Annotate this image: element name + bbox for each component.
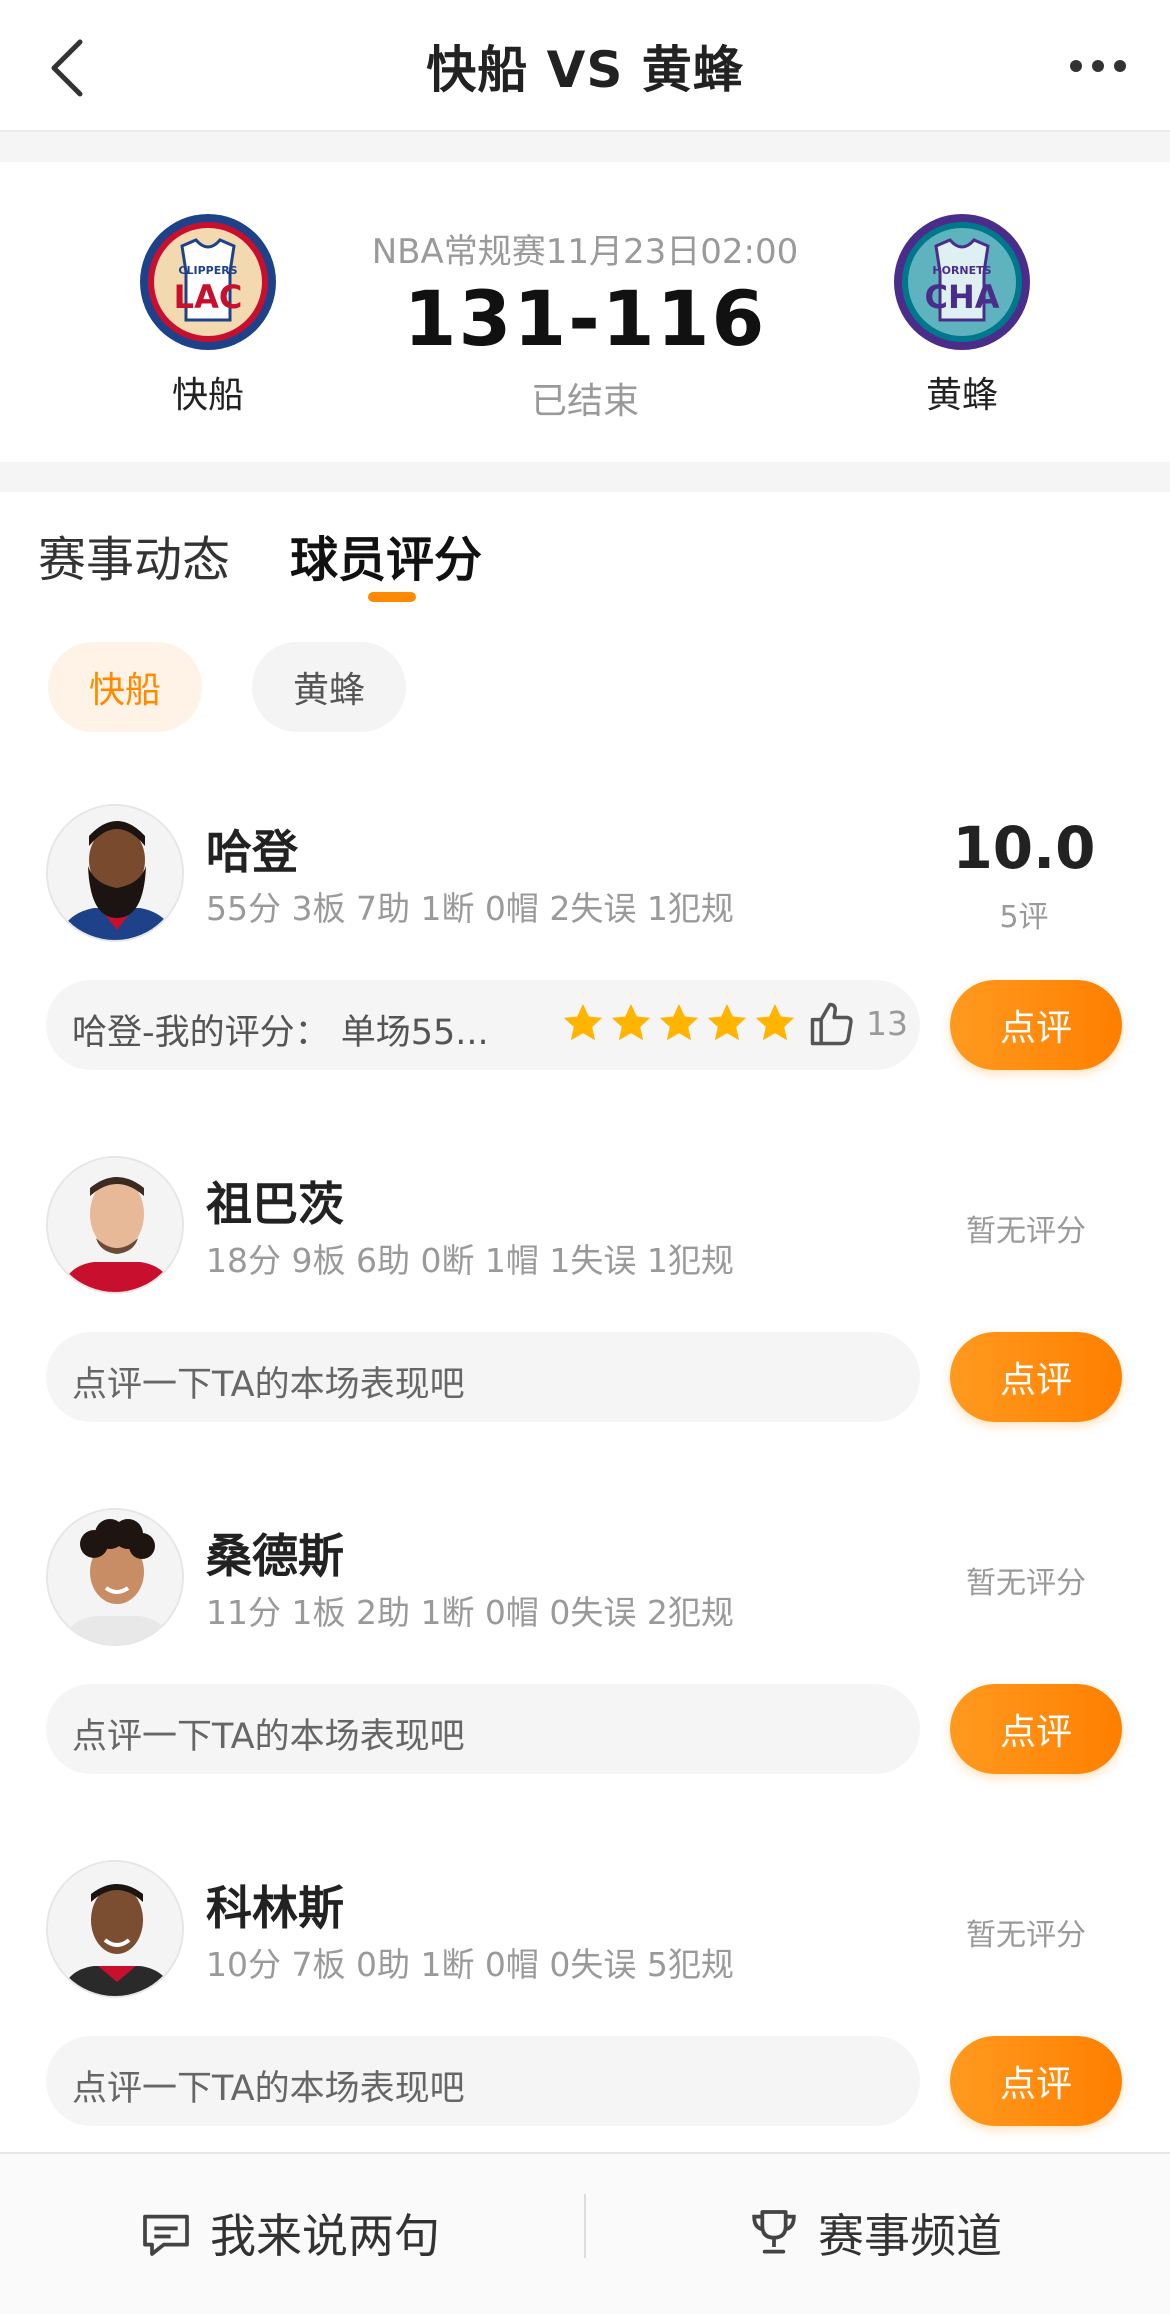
clippers-logo-icon: CLIPPERS LAC <box>140 214 276 350</box>
review-button[interactable]: 点评 <box>950 2036 1122 2126</box>
player-name: 祖巴茨 <box>206 1177 344 1231</box>
away-logo-top-text: HORNETS <box>932 264 991 277</box>
away-logo-abbr: CHA <box>924 278 999 316</box>
home-logo-top-text: CLIPPERS <box>178 264 237 277</box>
star-icon <box>707 1003 747 1041</box>
rating-count: 5评 <box>999 900 1049 935</box>
tab-player-ratings[interactable]: 球员评分 <box>290 520 482 590</box>
review-button[interactable]: 点评 <box>950 1684 1122 1774</box>
home-team-name: 快船 <box>171 375 244 416</box>
chat-bubble-icon <box>143 2214 189 2256</box>
bottom-bar: 我来说两句 赛事频道 <box>0 2152 1170 2314</box>
trophy-icon <box>752 2210 796 2254</box>
player-stats: 18分 9板 6助 0断 1帽 1失误 1犯规 <box>206 1241 734 1280</box>
star-icon <box>563 1003 603 1041</box>
top-comment[interactable]: 哈登-我的评分： 单场55... 13 <box>46 980 920 1070</box>
hornets-logo-icon: HORNETS CHA <box>894 214 1030 350</box>
page-title: 快船 VS 黄蜂 <box>426 41 744 99</box>
player-rating: 10.0 <box>952 814 1096 882</box>
thumbs-up-icon[interactable] <box>806 998 858 1050</box>
review-button[interactable]: 点评 <box>950 980 1122 1070</box>
match-score: 131-116 <box>403 274 767 363</box>
star-icon <box>755 1003 795 1041</box>
active-tab-indicator <box>368 592 416 602</box>
zubac-avatar-icon <box>48 1158 182 1292</box>
player-avatar[interactable] <box>46 1860 184 1998</box>
player-row: 桑德斯 11分 1板 2助 1断 0帽 0失误 2犯规 暂无评分 点评一下TA的… <box>0 1508 1170 1860</box>
dot-icon <box>1070 60 1082 72</box>
match-meta: NBA常规赛11月23日02:00 <box>371 232 799 272</box>
player-name: 桑德斯 <box>206 1529 344 1583</box>
team-filter-clippers[interactable]: 快船 <box>48 642 202 732</box>
team-filter-hornets[interactable]: 黄蜂 <box>252 642 406 732</box>
sanders-avatar-icon <box>48 1510 182 1644</box>
top-nav: 快船 VS 黄蜂 <box>0 0 1170 132</box>
player-row: 哈登 55分 3板 7助 1断 0帽 2失误 1犯规 10.0 5评 哈登-我的… <box>0 804 1170 1156</box>
home-logo-abbr: LAC <box>174 278 243 316</box>
star-icon <box>611 1003 651 1041</box>
match-channel-button[interactable]: 赛事频道 <box>746 2198 1002 2268</box>
match-status: 已结束 <box>530 381 639 422</box>
home-team[interactable]: CLIPPERS LAC 快船 <box>118 212 298 418</box>
comment-input[interactable]: 点评一下TA的本场表现吧 <box>46 1332 920 1422</box>
player-avatar[interactable] <box>46 1508 184 1646</box>
comment-placeholder: 点评一下TA的本场表现吧 <box>72 2069 465 2109</box>
no-rating-label: 暂无评分 <box>966 1566 1086 1601</box>
no-rating-label: 暂无评分 <box>966 1918 1086 1953</box>
no-rating-label: 暂无评分 <box>966 1214 1086 1249</box>
bottom-divider <box>584 2194 586 2258</box>
away-team-name: 黄蜂 <box>925 375 998 416</box>
match-channel-label: 赛事频道 <box>818 2209 1002 2263</box>
comment-input[interactable]: 点评一下TA的本场表现吧 <box>46 1684 920 1774</box>
player-avatar[interactable] <box>46 804 184 942</box>
player-rating-panel: 赛事动态 球员评分 快船 黄蜂 哈登 55分 3板 7助 1断 0帽 2失误 1… <box>0 492 1170 2152</box>
star-rating <box>560 1000 798 1046</box>
dot-icon <box>1114 60 1126 72</box>
harden-avatar-icon <box>48 806 182 940</box>
comment-placeholder: 点评一下TA的本场表现吧 <box>72 1717 465 1757</box>
player-stats: 10分 7板 0助 1断 0帽 0失误 5犯规 <box>206 1945 734 1984</box>
comment-placeholder: 点评一下TA的本场表现吧 <box>72 1365 465 1405</box>
player-row: 祖巴茨 18分 9板 6助 0断 1帽 1失误 1犯规 暂无评分 点评一下TA的… <box>0 1156 1170 1508</box>
dot-icon <box>1092 60 1104 72</box>
player-name: 科林斯 <box>206 1881 344 1935</box>
player-stats: 11分 1板 2助 1断 0帽 0失误 2犯规 <box>206 1593 734 1632</box>
player-name: 哈登 <box>206 825 298 879</box>
more-button[interactable] <box>1058 36 1138 96</box>
review-button[interactable]: 点评 <box>950 1332 1122 1422</box>
star-icon <box>659 1003 699 1041</box>
player-avatar[interactable] <box>46 1156 184 1294</box>
top-comment-text: 哈登-我的评分： 单场55... <box>72 1013 489 1053</box>
comment-entry-label: 我来说两句 <box>210 2209 440 2263</box>
like-count: 13 <box>866 1004 908 1043</box>
comment-entry-button[interactable]: 我来说两句 <box>138 2198 440 2268</box>
player-stats: 55分 3板 7助 1断 0帽 2失误 1犯规 <box>206 889 734 928</box>
away-team[interactable]: HORNETS CHA 黄蜂 <box>872 212 1052 418</box>
collins-avatar-icon <box>48 1862 182 1996</box>
match-header: CLIPPERS LAC 快船 NBA常规赛11月23日02:00 131-11… <box>0 162 1170 462</box>
comment-input[interactable]: 点评一下TA的本场表现吧 <box>46 2036 920 2126</box>
tab-match-events[interactable]: 赛事动态 <box>38 520 230 590</box>
